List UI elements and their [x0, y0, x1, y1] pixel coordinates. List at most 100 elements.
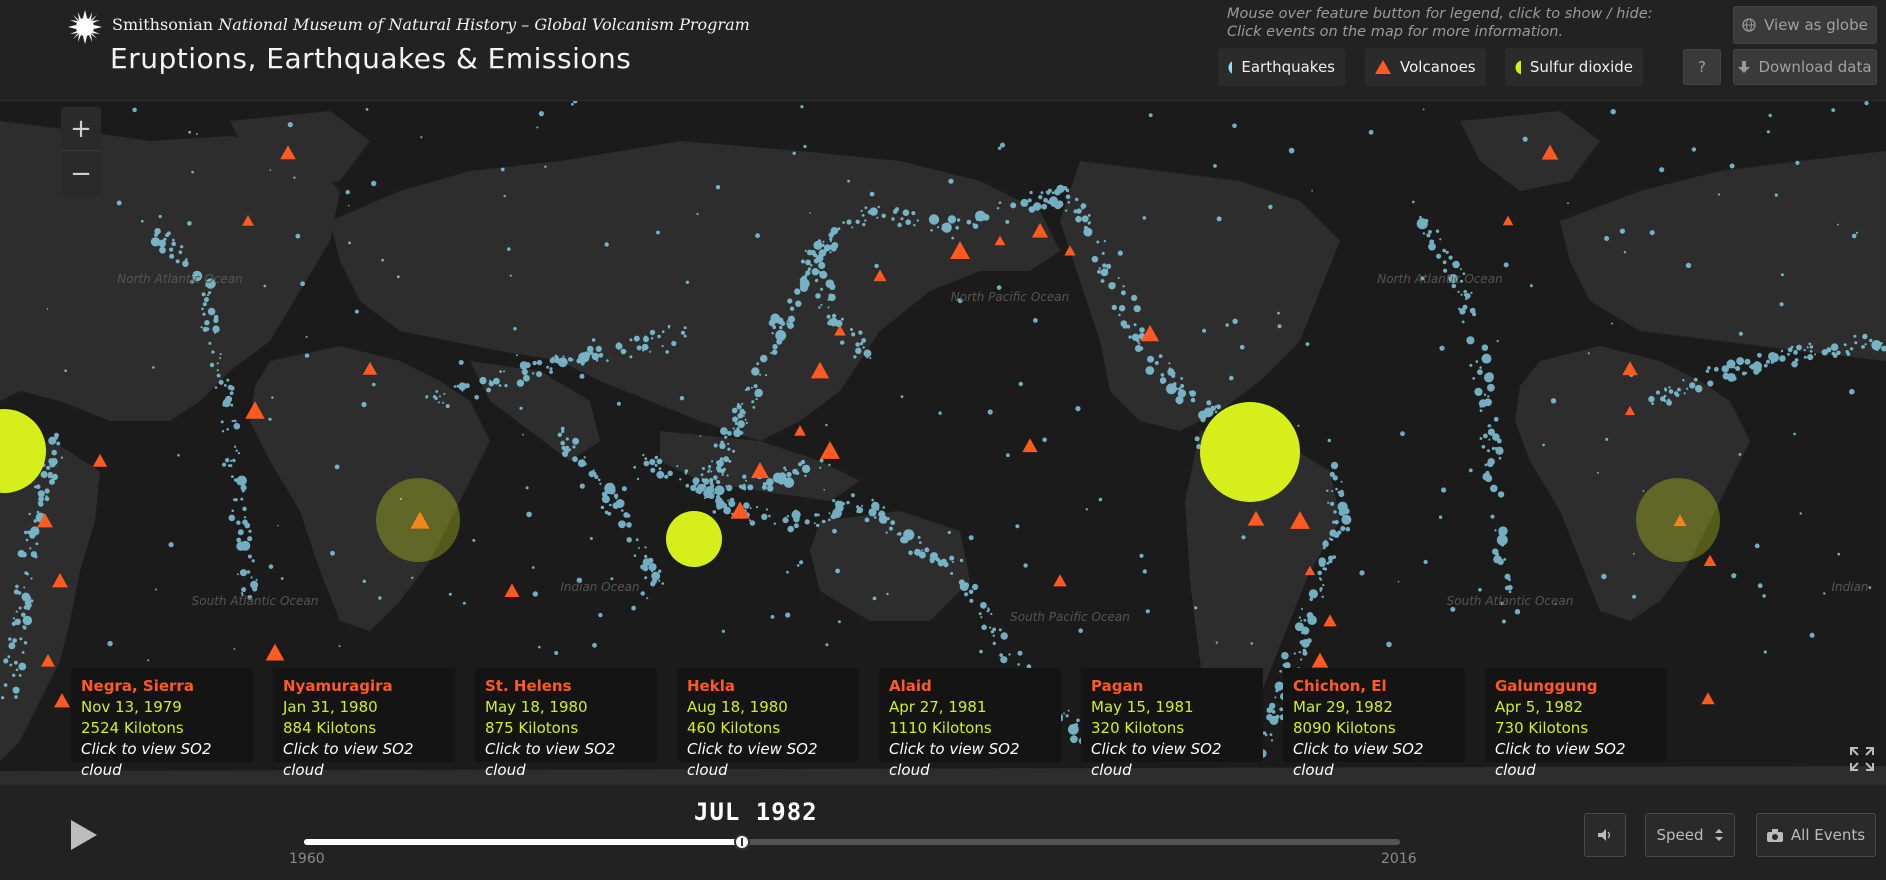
- earthquake-marker[interactable]: [829, 237, 833, 241]
- earthquake-marker[interactable]: [969, 598, 974, 603]
- earthquake-marker[interactable]: [247, 536, 253, 542]
- earthquake-marker[interactable]: [657, 461, 660, 464]
- earthquake-marker[interactable]: [819, 458, 824, 463]
- earthquake-marker[interactable]: [1780, 273, 1784, 277]
- earthquake-marker[interactable]: [656, 230, 660, 235]
- earthquake-marker[interactable]: [202, 312, 206, 316]
- earthquake-marker[interactable]: [947, 215, 957, 224]
- earthquake-marker[interactable]: [1340, 480, 1343, 483]
- earthquake-marker[interactable]: [644, 554, 648, 558]
- earthquake-marker[interactable]: [787, 322, 794, 329]
- earthquake-marker[interactable]: [1668, 389, 1674, 394]
- earthquake-marker[interactable]: [182, 260, 189, 267]
- earthquake-marker[interactable]: [1083, 225, 1088, 230]
- earthquake-marker[interactable]: [856, 506, 864, 514]
- earthquake-marker[interactable]: [1479, 437, 1483, 440]
- earthquake-marker[interactable]: [1067, 201, 1071, 204]
- earthquake-marker[interactable]: [685, 280, 690, 284]
- earthquake-marker[interactable]: [51, 449, 57, 456]
- earthquake-marker[interactable]: [268, 417, 272, 421]
- so2-cloud-galunggung[interactable]: [1636, 478, 1720, 562]
- earthquake-marker[interactable]: [658, 579, 661, 582]
- earthquake-marker[interactable]: [886, 517, 890, 521]
- volcano-marker[interactable]: [1703, 554, 1717, 567]
- earthquake-marker[interactable]: [486, 387, 491, 393]
- earthquake-marker[interactable]: [1029, 190, 1033, 195]
- earthquake-marker[interactable]: [488, 381, 494, 387]
- earthquake-marker[interactable]: [583, 456, 586, 459]
- earthquake-marker[interactable]: [1216, 216, 1222, 222]
- earthquake-marker[interactable]: [595, 345, 602, 352]
- earthquake-marker[interactable]: [997, 146, 1002, 150]
- earthquake-marker[interactable]: [1053, 201, 1062, 210]
- earthquake-marker[interactable]: [752, 406, 756, 409]
- earthquake-marker[interactable]: [269, 169, 272, 171]
- earthquake-marker[interactable]: [591, 338, 596, 342]
- earthquake-marker[interactable]: [1484, 463, 1488, 467]
- earthquake-marker[interactable]: [27, 594, 29, 597]
- earthquake-marker[interactable]: [1477, 369, 1483, 375]
- earthquake-marker[interactable]: [908, 550, 913, 556]
- earthquake-marker[interactable]: [348, 241, 351, 245]
- earthquake-marker[interactable]: [525, 486, 529, 490]
- earthquake-marker[interactable]: [1213, 164, 1217, 168]
- earthquake-marker[interactable]: [227, 464, 231, 467]
- earthquake-marker[interactable]: [1017, 650, 1023, 656]
- earthquake-marker[interactable]: [1673, 391, 1679, 396]
- earthquake-marker[interactable]: [732, 449, 736, 453]
- earthquake-marker[interactable]: [1713, 366, 1719, 372]
- earthquake-marker[interactable]: [1015, 524, 1020, 529]
- earthquake-marker[interactable]: [782, 517, 789, 524]
- earthquake-marker[interactable]: [158, 214, 162, 219]
- earthquake-marker[interactable]: [1204, 410, 1207, 414]
- earthquake-marker[interactable]: [979, 649, 983, 654]
- earthquake-marker[interactable]: [1276, 715, 1279, 718]
- earthquake-marker[interactable]: [1210, 405, 1215, 410]
- earthquake-marker[interactable]: [500, 167, 505, 172]
- earthquake-marker[interactable]: [1000, 142, 1005, 148]
- earthquake-marker[interactable]: [727, 442, 730, 445]
- earthquake-marker[interactable]: [546, 365, 549, 369]
- earthquake-marker[interactable]: [474, 395, 480, 400]
- earthquake-marker[interactable]: [250, 576, 253, 579]
- earthquake-marker[interactable]: [897, 532, 902, 536]
- timeline-slider-track[interactable]: [304, 834, 1400, 850]
- earthquake-marker[interactable]: [1496, 438, 1502, 444]
- earthquake-marker[interactable]: [829, 251, 832, 254]
- earthquake-marker[interactable]: [1272, 709, 1275, 712]
- earthquake-marker[interactable]: [411, 576, 414, 579]
- earthquake-marker[interactable]: [531, 566, 535, 569]
- earthquake-marker[interactable]: [165, 233, 170, 238]
- earthquake-marker[interactable]: [716, 495, 720, 499]
- earthquake-marker[interactable]: [747, 484, 754, 491]
- earthquake-marker[interactable]: [1754, 543, 1760, 549]
- earthquake-marker[interactable]: [1293, 652, 1296, 655]
- earthquake-marker[interactable]: [1270, 739, 1274, 742]
- earthquake-marker[interactable]: [776, 474, 783, 481]
- earthquake-marker[interactable]: [598, 352, 604, 358]
- earthquake-marker[interactable]: [1460, 293, 1463, 296]
- earthquake-marker[interactable]: [218, 379, 224, 385]
- earthquake-marker[interactable]: [1308, 589, 1318, 599]
- earthquake-marker[interactable]: [1442, 260, 1447, 265]
- earthquake-marker[interactable]: [827, 306, 830, 309]
- earthquake-marker[interactable]: [425, 395, 429, 398]
- earthquake-marker[interactable]: [679, 478, 682, 481]
- earthquake-marker[interactable]: [1507, 584, 1513, 591]
- earthquake-marker[interactable]: [226, 378, 230, 382]
- earthquake-marker[interactable]: [1796, 344, 1802, 351]
- earthquake-marker[interactable]: [850, 328, 853, 331]
- earthquake-marker[interactable]: [1632, 594, 1637, 599]
- earthquake-marker[interactable]: [1033, 318, 1038, 323]
- earthquake-marker[interactable]: [1268, 204, 1273, 210]
- earthquake-marker[interactable]: [891, 217, 895, 221]
- earthquake-marker[interactable]: [1310, 592, 1313, 595]
- earthquake-marker[interactable]: [187, 221, 192, 226]
- play-icon[interactable]: [71, 820, 97, 850]
- earthquake-marker[interactable]: [941, 222, 952, 233]
- earthquake-marker[interactable]: [1487, 395, 1490, 398]
- earthquake-marker[interactable]: [713, 492, 716, 495]
- earthquake-marker[interactable]: [1322, 584, 1325, 587]
- earthquake-marker[interactable]: [33, 529, 40, 535]
- earthquake-marker[interactable]: [1426, 233, 1431, 238]
